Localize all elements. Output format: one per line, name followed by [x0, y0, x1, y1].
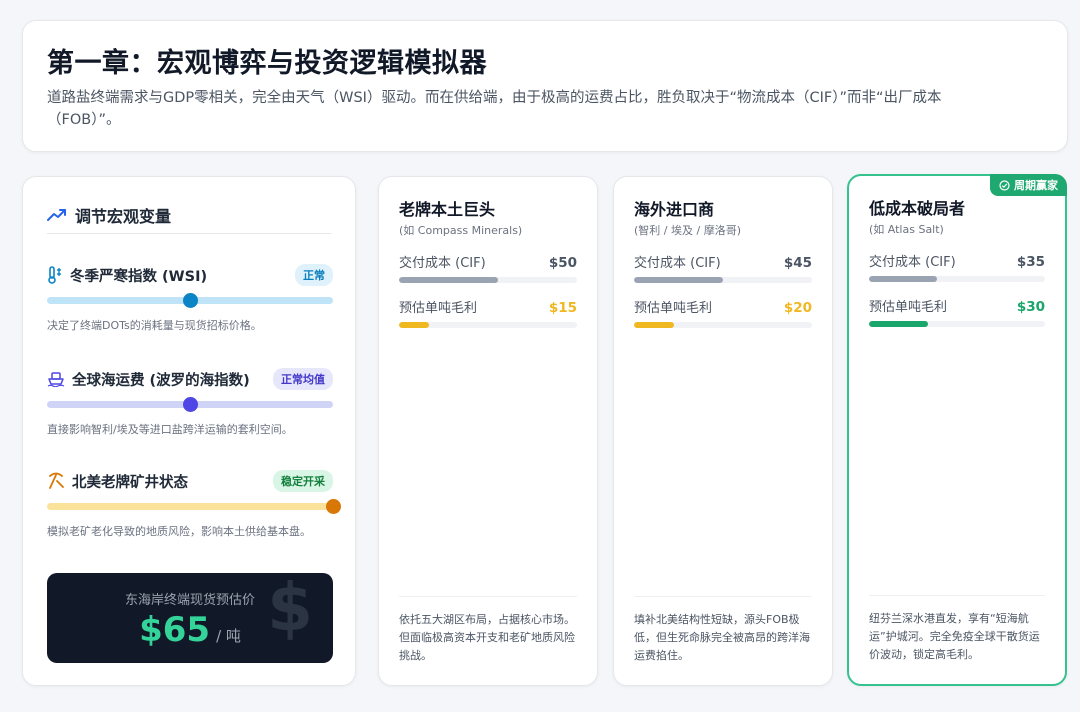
- freight-slider[interactable]: [47, 397, 333, 412]
- cost-label: 交付成本 (CIF): [634, 256, 721, 271]
- cost-value: $45: [783, 255, 812, 271]
- ship-icon: [47, 372, 65, 387]
- wsi-slider[interactable]: [47, 293, 333, 308]
- company-card-disruptor: 周期赢家 低成本破局者 (如 Atlas Salt) 交付成本 (CIF) $3…: [847, 174, 1067, 686]
- company-sub: (智利 / 埃及 / 摩洛哥): [634, 224, 741, 237]
- margin-bar: [869, 321, 928, 327]
- margin-metric: 预估单吨毛利 $20: [634, 297, 812, 328]
- cost-value: $50: [548, 255, 577, 271]
- slider-handle[interactable]: [183, 293, 198, 308]
- slider-handle[interactable]: [326, 499, 341, 514]
- variable-mine-status: 北美老牌矿井状态 稳定开采 模拟老矿老化导致的地质风险，影响本土供给基本盘。: [47, 469, 341, 540]
- company-name: 老牌本土巨头: [399, 200, 496, 219]
- company-description: 依托五大湖区布局，占据核心市场。但面临极高资本开支和老矿地质风险挑战。: [399, 596, 577, 665]
- trend-up-icon: [47, 209, 66, 221]
- margin-value: $15: [548, 300, 577, 316]
- status-badge: 稳定开采: [273, 470, 333, 492]
- margin-metric: 预估单吨毛利 $15: [399, 297, 577, 328]
- variable-description: 决定了终端DOTs的消耗量与现货招标价格。: [47, 319, 262, 332]
- spot-price-value: $65 / 吨: [47, 610, 333, 650]
- margin-bar: [634, 322, 674, 328]
- company-description: 纽芬兰深水港直发，享有“短海航运”护城河。完全免疫全球干散货运价波动，锁定高毛利…: [869, 595, 1045, 664]
- margin-value: $20: [783, 300, 812, 316]
- page-title: 第一章：宏观博弈与投资逻辑模拟器: [47, 48, 487, 79]
- pickaxe-icon: [49, 472, 64, 489]
- slider-handle[interactable]: [183, 397, 198, 412]
- variable-name: 全球海运费 (波罗的海指数): [72, 372, 250, 389]
- margin-metric: 预估单吨毛利 $30: [869, 296, 1045, 327]
- company-card-importer: 海外进口商 (智利 / 埃及 / 摩洛哥) 交付成本 (CIF) $45 预估单…: [613, 176, 833, 686]
- header-card: 第一章：宏观博弈与投资逻辑模拟器 道路盐终端需求与GDP零相关，完全由天气（WS…: [22, 20, 1068, 152]
- mine-status-slider[interactable]: [47, 499, 341, 514]
- spot-price-label: 东海岸终端现货预估价: [124, 593, 255, 608]
- thermometer-icon: [48, 266, 61, 284]
- macro-control-panel: 调节宏观变量 冬季严寒指数 (WSI) 正常 决定了终端DOTs的消耗量与现货招…: [22, 176, 356, 686]
- cost-value: $35: [1016, 254, 1045, 270]
- cost-bar: [869, 276, 938, 282]
- winner-badge: 周期赢家: [990, 174, 1067, 196]
- winner-label: 周期赢家: [1014, 179, 1058, 192]
- cost-label: 交付成本 (CIF): [869, 255, 956, 270]
- check-circle-icon: [999, 179, 1010, 191]
- page-subtitle: 道路盐终端需求与GDP零相关，完全由天气（WSI）驱动。而在供给端，由于极高的运…: [47, 90, 942, 128]
- panel-header: 调节宏观变量: [47, 201, 331, 234]
- panel-title: 调节宏观变量: [75, 207, 172, 226]
- company-description: 填补北美结构性短缺，源头FOB极低，但生死命脉完全被高昂的跨洋海运费掐住。: [634, 596, 812, 665]
- variable-freight: 全球海运费 (波罗的海指数) 正常均值 直接影响智利/埃及等进口盐跨洋运输的套利…: [47, 367, 333, 438]
- margin-label: 预估单吨毛利: [399, 301, 478, 316]
- cost-metric: 交付成本 (CIF) $50: [399, 252, 577, 283]
- cost-metric: 交付成本 (CIF) $45: [634, 252, 812, 283]
- status-badge: 正常均值: [273, 368, 333, 390]
- variable-name: 冬季严寒指数 (WSI): [70, 268, 208, 285]
- spot-price-box: $ 东海岸终端现货预估价 $65/ 吨: [47, 573, 333, 663]
- cost-bar: [399, 277, 498, 283]
- cost-bar: [634, 277, 723, 283]
- margin-value: $30: [1016, 299, 1045, 315]
- company-card-incumbent: 老牌本土巨头 (如 Compass Minerals) 交付成本 (CIF) $…: [378, 176, 598, 686]
- variable-name: 北美老牌矿井状态: [72, 474, 188, 491]
- cost-metric: 交付成本 (CIF) $35: [869, 251, 1045, 282]
- margin-bar: [399, 322, 429, 328]
- company-sub: (如 Atlas Salt): [869, 223, 944, 236]
- price-number: $65: [139, 610, 211, 650]
- variable-description: 模拟老矿老化导致的地质风险，影响本土供给基本盘。: [47, 525, 311, 538]
- cost-label: 交付成本 (CIF): [399, 256, 486, 271]
- variable-wsi: 冬季严寒指数 (WSI) 正常 决定了终端DOTs的消耗量与现货招标价格。: [47, 263, 333, 334]
- company-name: 海外进口商: [634, 200, 715, 219]
- company-name: 低成本破局者: [869, 199, 966, 218]
- variable-description: 直接影响智利/埃及等进口盐跨洋运输的套利空间。: [47, 423, 293, 436]
- margin-label: 预估单吨毛利: [869, 300, 948, 315]
- margin-label: 预估单吨毛利: [634, 301, 713, 316]
- price-unit: / 吨: [216, 627, 241, 645]
- status-badge: 正常: [295, 264, 333, 286]
- company-sub: (如 Compass Minerals): [399, 224, 523, 237]
